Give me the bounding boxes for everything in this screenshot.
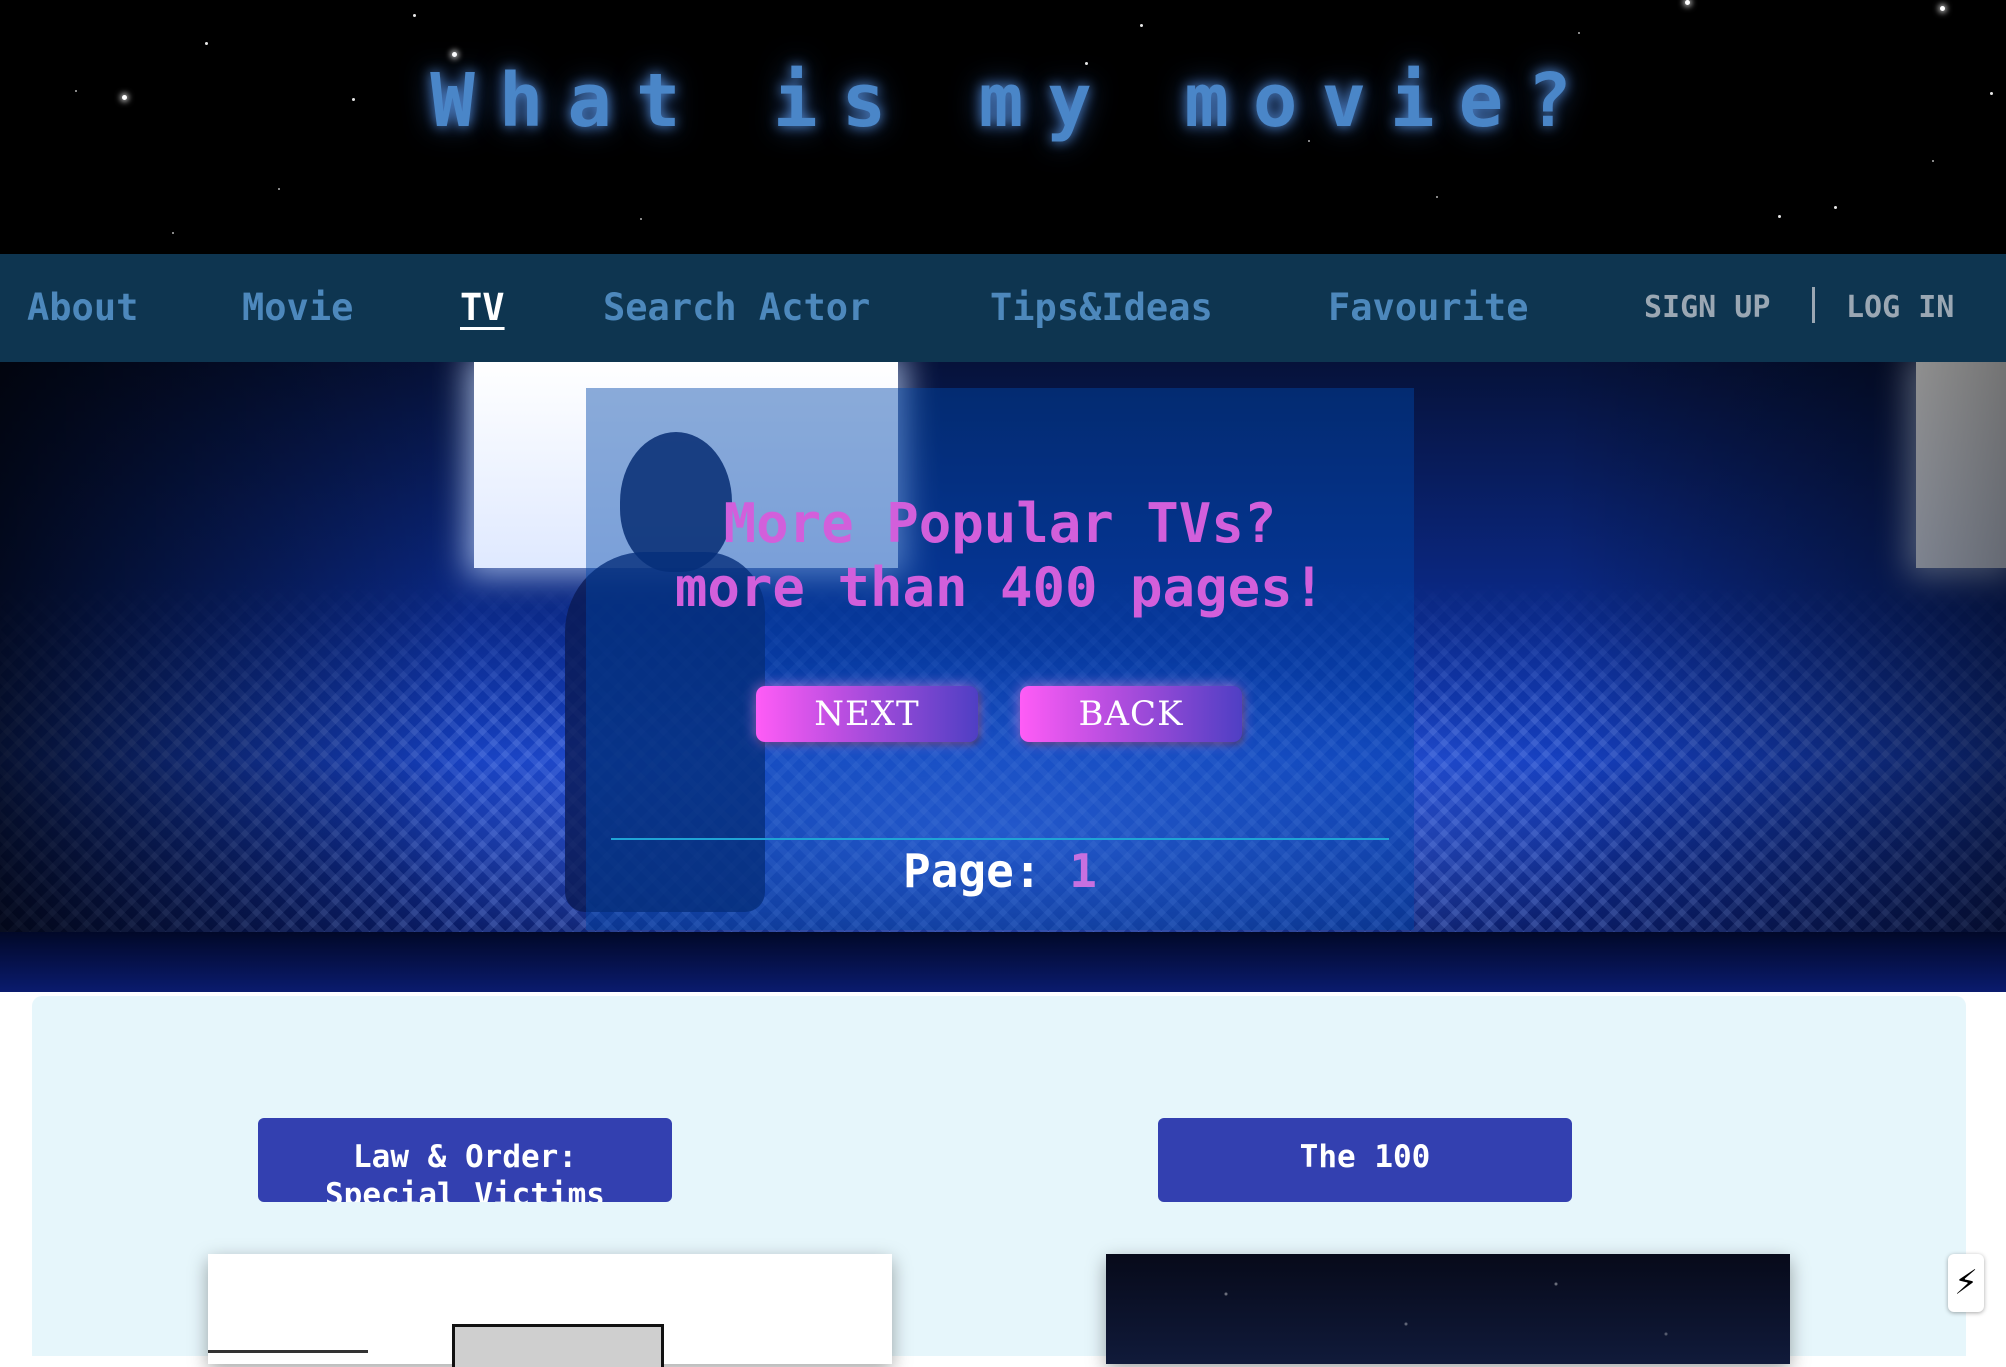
star-decoration — [1834, 206, 1837, 209]
hero-banner: More Popular TVs? more than 400 pages! N… — [0, 362, 2006, 992]
star-decoration — [1778, 215, 1781, 218]
nav-item-about[interactable]: About — [27, 286, 138, 329]
hero-shadow — [0, 362, 470, 932]
tv-card-title[interactable]: The 100 — [1158, 1118, 1572, 1202]
panel-heading: More Popular TVs? more than 400 pages! — [586, 492, 1414, 620]
lightning-bolt-icon[interactable]: ⚡ — [1948, 1254, 1984, 1312]
star-decoration — [640, 218, 642, 220]
sign-up-link[interactable]: SIGN UP — [1644, 290, 1770, 325]
hero-shadow — [1560, 362, 2006, 932]
star-decoration — [1940, 6, 1945, 11]
star-decoration — [172, 232, 174, 234]
nav-item-favourite[interactable]: Favourite — [1328, 286, 1528, 329]
pagination-panel: More Popular TVs? more than 400 pages! N… — [586, 388, 1414, 930]
nav-item-tips-ideas[interactable]: Tips&Ideas — [990, 286, 1213, 329]
star-decoration — [1685, 0, 1690, 5]
panel-divider — [611, 838, 1389, 840]
auth-divider — [1812, 287, 1815, 323]
nav-item-tv[interactable]: TV — [460, 286, 505, 329]
star-decoration — [1578, 32, 1580, 34]
nav-item-movie[interactable]: Movie — [242, 286, 353, 329]
page-indicator: Page: 1 — [586, 844, 1414, 898]
log-in-link[interactable]: LOG IN — [1846, 290, 1954, 325]
star-decoration — [413, 14, 416, 17]
panel-heading-line1: More Popular TVs? — [723, 492, 1277, 555]
nav-item-search-actor[interactable]: Search Actor — [603, 286, 870, 329]
hero-bottom-strip — [0, 932, 2006, 992]
star-decoration — [1932, 160, 1934, 162]
page-number: 1 — [1069, 844, 1097, 898]
star-decoration — [452, 52, 457, 57]
back-button[interactable]: BACK — [1020, 686, 1242, 742]
tv-card-title[interactable]: Law & Order: Special Victims Unit — [258, 1118, 672, 1202]
star-decoration — [278, 188, 280, 190]
next-button[interactable]: NEXT — [756, 686, 978, 742]
main-nav: About Movie TV Search Actor Tips&Ideas F… — [0, 254, 2006, 362]
page-label: Page: — [903, 844, 1042, 898]
poster-graphic — [208, 1350, 368, 1353]
star-decoration — [205, 42, 208, 45]
poster-graphic — [452, 1324, 664, 1367]
star-decoration — [1140, 24, 1143, 27]
star-decoration — [1436, 196, 1438, 198]
panel-heading-line2: more than 400 pages! — [674, 556, 1326, 619]
site-title: What is my movie? — [430, 58, 1596, 144]
site-header: What is my movie? — [0, 0, 2006, 254]
tv-list: Law & Order: Special Victims Unit The 10… — [32, 996, 1966, 1367]
